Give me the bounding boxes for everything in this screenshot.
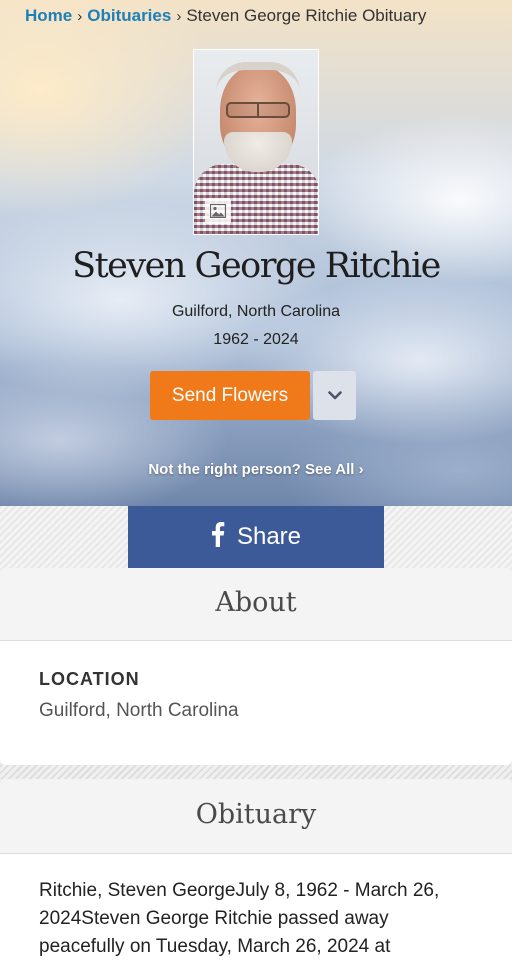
obituary-text: Ritchie, Steven GeorgeJuly 8, 1962 - Mar… bbox=[39, 880, 440, 957]
chevron-down-icon bbox=[327, 388, 342, 403]
life-dates: 1962 - 2024 bbox=[213, 331, 299, 348]
deceased-name: Steven George Ritchie bbox=[72, 246, 441, 286]
hero-banner: Home › Obituaries › Steven George Ritchie Ob… bbox=[0, 0, 512, 506]
deceased-location: Guilford, North Carolina bbox=[171, 303, 341, 320]
profile-photo[interactable] bbox=[193, 49, 319, 235]
breadcrumb-obituaries-link[interactable]: Obituaries bbox=[87, 6, 171, 25]
location-value: Guilford, North Carolina bbox=[39, 700, 239, 721]
about-heading: About bbox=[0, 568, 512, 641]
section-divider bbox=[0, 765, 512, 779]
obituary-heading: Obituary bbox=[0, 779, 512, 854]
share-label: Share bbox=[236, 523, 302, 550]
see-all-link[interactable]: Not the right person? See All › bbox=[0, 461, 512, 478]
facebook-icon bbox=[211, 521, 225, 554]
send-flowers-button[interactable]: Send Flowers bbox=[150, 371, 310, 420]
image-icon[interactable] bbox=[205, 198, 231, 224]
facebook-share-button[interactable]: Share bbox=[128, 506, 384, 568]
breadcrumb: Home › Obituaries › Steven George Ritchie Ob… bbox=[25, 6, 426, 26]
breadcrumb-current: Steven George Ritchie Obituary bbox=[186, 6, 427, 25]
obituary-section: Obituary Ritchie, Steven GeorgeJuly 8, 1… bbox=[0, 779, 512, 960]
breadcrumb-separator: › bbox=[77, 8, 83, 25]
location-label: LOCATION bbox=[39, 669, 140, 689]
breadcrumb-separator: › bbox=[176, 8, 182, 25]
flowers-dropdown-button[interactable] bbox=[313, 371, 356, 420]
breadcrumb-home-link[interactable]: Home bbox=[25, 6, 72, 25]
about-section: About LOCATION Guilford, North Carolina bbox=[0, 568, 512, 765]
